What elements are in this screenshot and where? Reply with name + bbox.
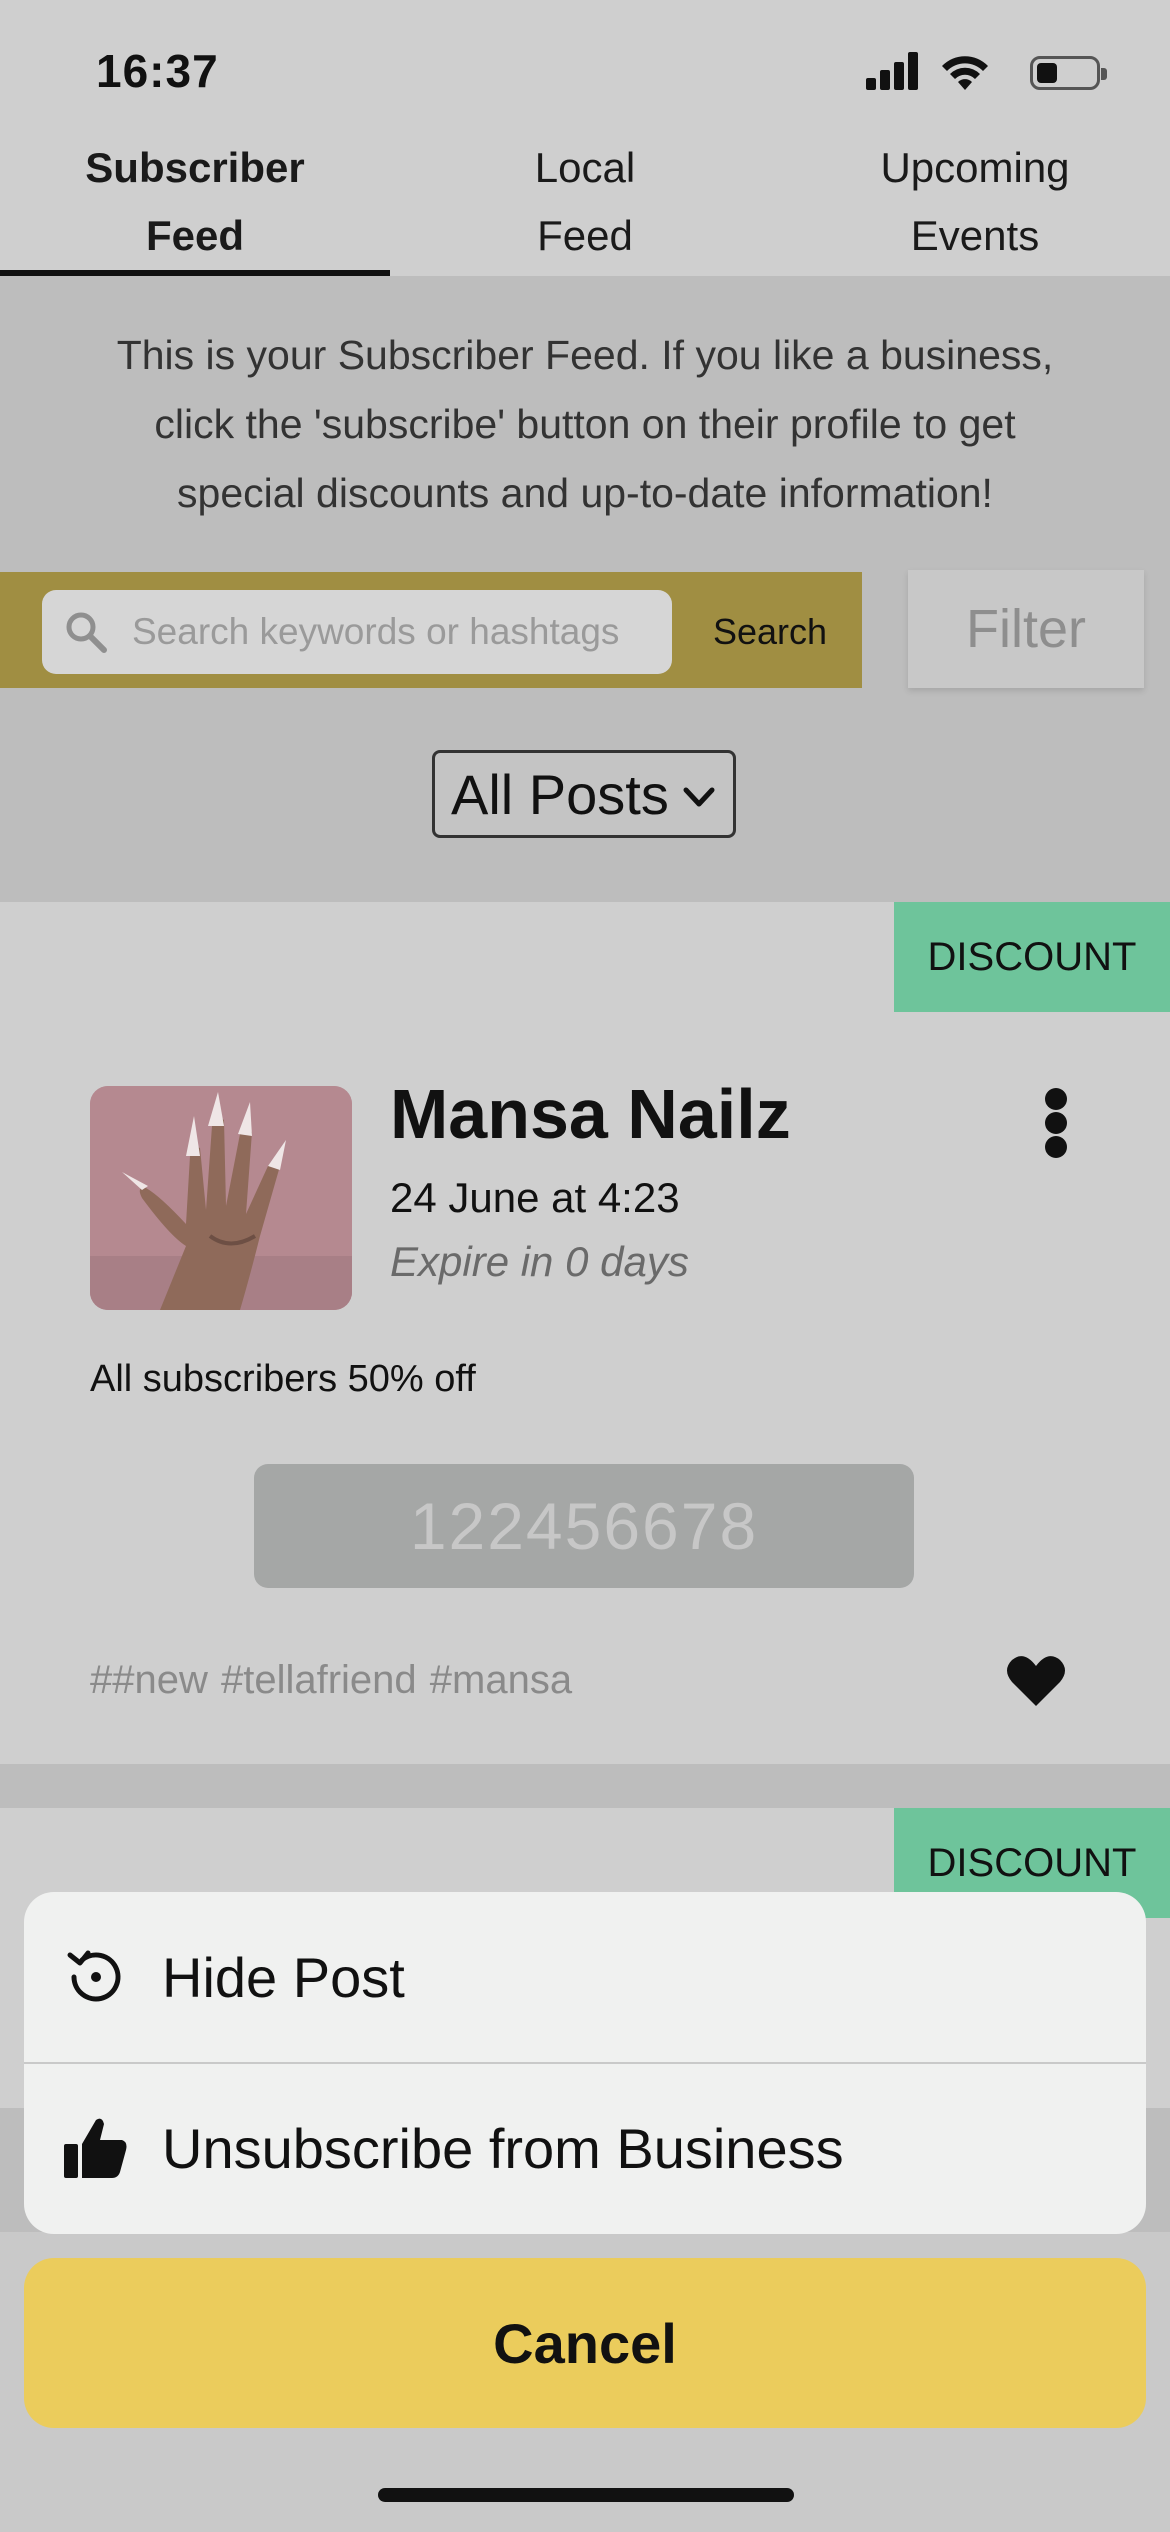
heart-icon[interactable] [1006,1654,1066,1708]
hand-nails-image [90,1086,352,1310]
intro-text: This is your Subscriber Feed. If you lik… [116,331,1054,516]
tab-label-line2: Feed [537,212,633,259]
tab-label-line2: Events [910,212,1040,259]
post-body-text: All subscribers 50% off [90,1358,476,1400]
tab-local-feed[interactable]: Local Feed [390,128,780,276]
home-indicator [378,2488,794,2502]
search-input[interactable] [132,590,662,674]
status-bar: 16:37 [0,0,1170,130]
discount-badge: DISCOUNT [894,902,1170,1012]
status-icons [830,52,1110,92]
cellular-signal-icon [866,52,920,92]
hide-post-action[interactable]: Hide Post [24,1892,1146,2062]
feed-tabs: Subscriber Feed Local Feed Upcoming Even… [0,128,1170,276]
discount-code[interactable]: 122456678 [254,1464,914,1588]
battery-level [1037,63,1057,83]
post-expiry: Expire in 0 days [390,1238,689,1285]
cancel-button[interactable]: Cancel [24,2258,1146,2428]
battery-icon [1030,56,1107,90]
search-icon [66,612,107,653]
feed-intro-text: This is your Subscriber Feed. If you lik… [0,276,1170,572]
chevron-down-icon [683,787,715,807]
action-sheet: Hide Post Unsubscribe from Business [24,1892,1146,2234]
discount-code-value: 122456678 [409,1489,759,1563]
post-hashtags[interactable]: ##new #tellafriend #mansa [90,1658,572,1703]
tab-label-line1: Subscriber [85,144,305,191]
post-type-selected-value: All Posts [451,762,669,826]
status-time: 16:37 [96,45,219,97]
post-date: 24 June at 4:23 [390,1174,680,1221]
business-avatar[interactable] [90,1086,352,1310]
post-type-select[interactable]: All Posts [432,750,736,838]
action-label: Hide Post [162,1945,405,2009]
post-card: DISCOUNT Mansa Nailz 24 June at 4:23 Exp… [0,902,1170,1764]
search-bar: Search [0,572,862,688]
filter-button[interactable]: Filter [908,570,1144,688]
tab-upcoming-events[interactable]: Upcoming Events [780,128,1170,276]
tab-label-line1: Upcoming [880,144,1070,191]
unsubscribe-action[interactable]: Unsubscribe from Business [24,2062,1146,2232]
tab-label-line1: Local [534,144,636,191]
more-options-icon[interactable] [1034,1088,1078,1158]
thumbs-up-icon [64,2118,127,2178]
wifi-icon [942,56,988,90]
search-field-wrapper [42,590,672,674]
history-icon [67,1950,121,2002]
tab-subscriber-feed[interactable]: Subscriber Feed [0,128,390,276]
business-name[interactable]: Mansa Nailz [390,1074,791,1154]
search-button[interactable]: Search [690,590,850,674]
screen: 16:37 Subscriber Feed Local Feed Upcomin… [0,0,1170,2532]
action-label: Unsubscribe from Business [162,2116,844,2180]
tab-label-line2: Feed [145,212,245,259]
